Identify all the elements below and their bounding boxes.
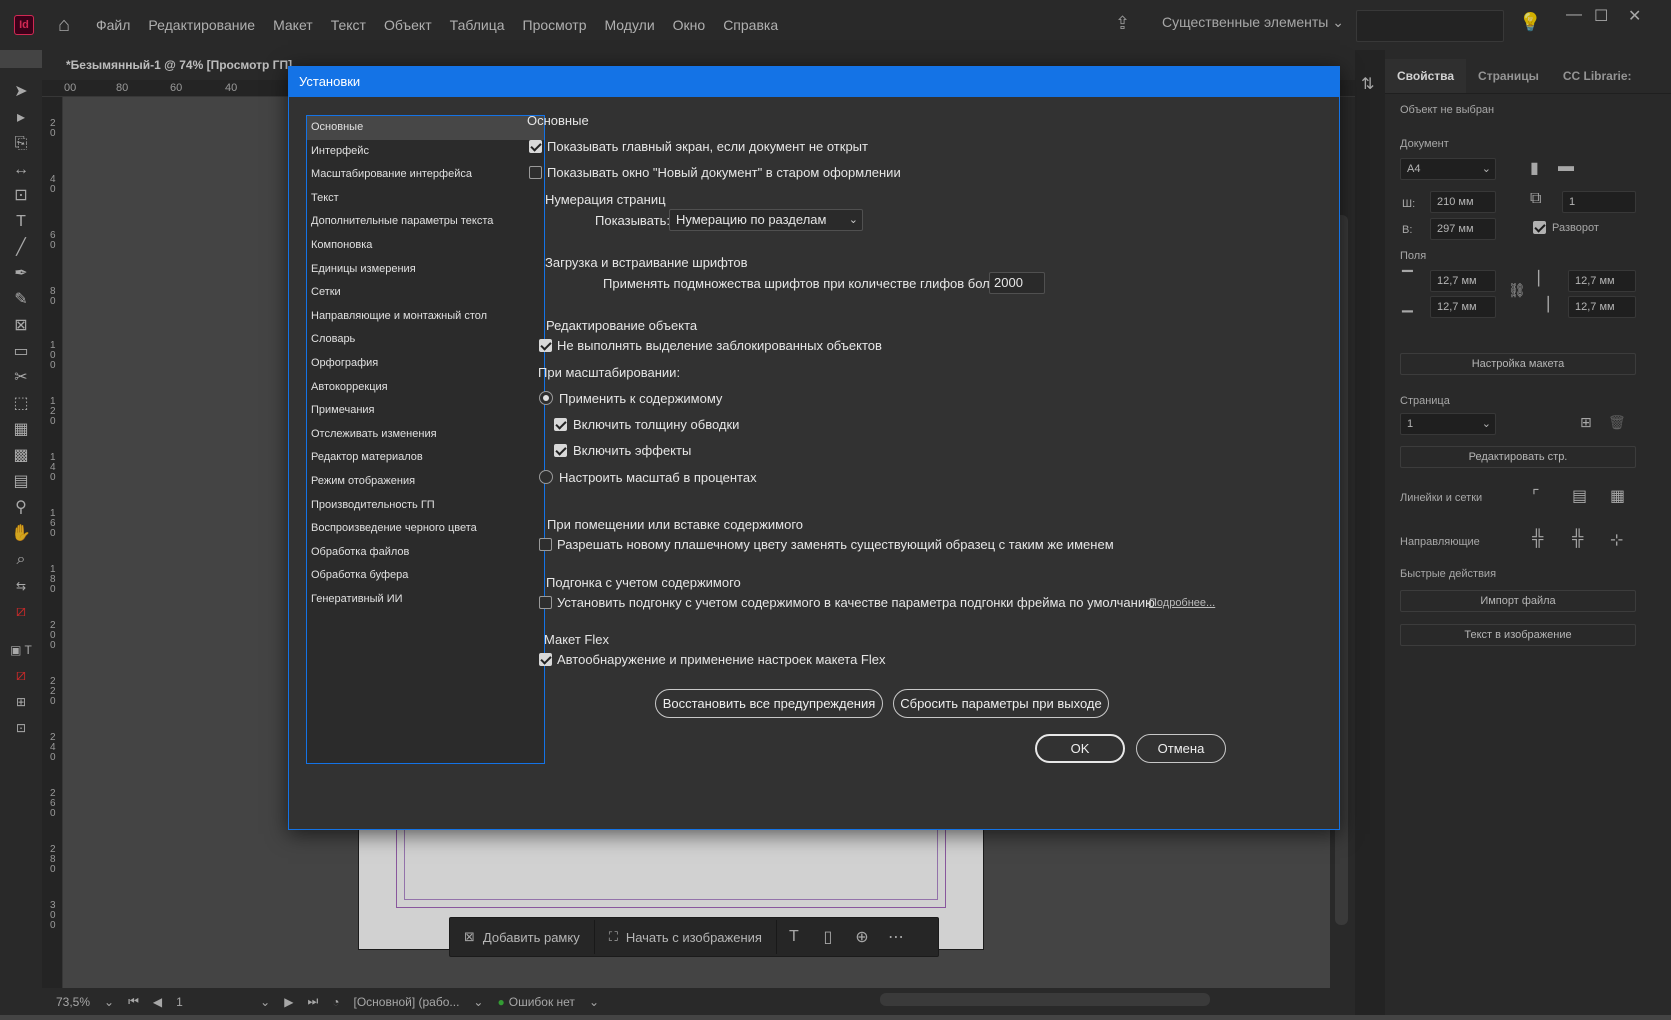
- apply-to-content-radio[interactable]: [539, 391, 553, 405]
- category-guides-pasteboard[interactable]: Направляющие и монтажный стол: [307, 305, 544, 329]
- category-story-editor[interactable]: Редактор материалов: [307, 446, 544, 470]
- adjust-percent-radio[interactable]: [539, 470, 553, 484]
- category-grids[interactable]: Сетки: [307, 281, 544, 305]
- preferences-dialog: Установки Основные Интерфейс Масштабиров…: [288, 66, 1340, 830]
- dialog-title: Установки: [289, 67, 1339, 97]
- adjust-percent-label: Настроить масштаб в процентах: [559, 470, 757, 485]
- apply-to-content-label: Применить к содержимому: [559, 391, 723, 406]
- category-ui-scaling[interactable]: Масштабирование интерфейса: [307, 163, 544, 187]
- paste-title: При помещении или вставке содержимого: [547, 517, 804, 532]
- reset-prefs-button[interactable]: Сбросить параметры при выходе: [893, 689, 1109, 718]
- show-home-checkbox[interactable]: [529, 140, 542, 153]
- category-type[interactable]: Текст: [307, 187, 544, 211]
- font-subset-input[interactable]: 2000: [989, 272, 1045, 294]
- legacy-new-doc-checkbox[interactable]: [529, 166, 542, 179]
- category-spelling[interactable]: Орфография: [307, 352, 544, 376]
- include-stroke-label: Включить толщину обводки: [573, 417, 740, 432]
- category-gpu-performance[interactable]: Производительность ГП: [307, 494, 544, 518]
- no-select-locked-checkbox[interactable]: [539, 339, 552, 352]
- indesign-window: Id ⌂ Файл Редактирование Макет Текст Объ…: [0, 0, 1671, 1020]
- when-scaling-label: При масштабировании:: [538, 365, 681, 380]
- flex-title: Макет Flex: [544, 632, 609, 647]
- category-display-performance[interactable]: Режим отображения: [307, 470, 544, 494]
- no-select-locked-label: Не выполнять выделение заблокированных о…: [557, 338, 882, 353]
- content-aware-checkbox[interactable]: [539, 596, 552, 609]
- include-stroke-checkbox[interactable]: [554, 418, 567, 431]
- include-effects-label: Включить эффекты: [573, 443, 692, 458]
- include-effects-checkbox[interactable]: [554, 444, 567, 457]
- category-general[interactable]: Основные: [307, 116, 544, 140]
- category-file-handling[interactable]: Обработка файлов: [307, 541, 544, 565]
- show-label: Показывать:: [595, 213, 670, 228]
- category-black-appearance[interactable]: Воспроизведение черного цвета: [307, 517, 544, 541]
- preferences-category-list: Основные Интерфейс Масштабирование интер…: [306, 115, 545, 764]
- content-aware-label: Установить подгонку с учетом содержимого…: [557, 595, 1155, 610]
- learn-more-link[interactable]: Подробнее...: [1149, 597, 1215, 609]
- page-numbering-select[interactable]: Нумерацию по разделам ⌄: [669, 209, 863, 231]
- category-notes[interactable]: Примечания: [307, 399, 544, 423]
- section-title: Основные: [527, 113, 589, 128]
- page-numbering-value: Нумерацию по разделам: [676, 212, 827, 227]
- allow-swatch-replace-checkbox[interactable]: [539, 538, 552, 551]
- flex-auto-label: Автообнаружение и применение настроек ма…: [557, 652, 886, 667]
- category-clipboard-handling[interactable]: Обработка буфера: [307, 564, 544, 588]
- category-generative-ai[interactable]: Генеративный ИИ: [307, 588, 544, 612]
- category-units[interactable]: Единицы измерения: [307, 258, 544, 282]
- category-track-changes[interactable]: Отслеживать изменения: [307, 423, 544, 447]
- show-home-label: Показывать главный экран, если документ …: [547, 139, 868, 154]
- category-composition[interactable]: Компоновка: [307, 234, 544, 258]
- object-editing-title: Редактирование объекта: [546, 318, 698, 333]
- category-autocorrect[interactable]: Автокоррекция: [307, 376, 544, 400]
- category-interface[interactable]: Интерфейс: [307, 140, 544, 164]
- allow-swatch-replace-label: Разрешать новому плашечному цвету заменя…: [557, 537, 1114, 552]
- content-aware-title: Подгонка с учетом содержимого: [546, 575, 741, 590]
- font-subset-label: Применять подмножества шрифтов при колич…: [603, 276, 1008, 291]
- page-numbering-title: Нумерация страниц: [545, 192, 666, 207]
- legacy-new-doc-label: Показывать окно "Новый документ" в старо…: [547, 165, 901, 180]
- category-advanced-type[interactable]: Дополнительные параметры текста: [307, 210, 544, 234]
- flex-auto-checkbox[interactable]: [539, 653, 552, 666]
- chevron-down-icon: ⌄: [848, 214, 858, 226]
- category-dictionary[interactable]: Словарь: [307, 328, 544, 352]
- cancel-button[interactable]: Отмена: [1136, 734, 1226, 763]
- ok-button[interactable]: OK: [1035, 734, 1125, 763]
- reset-warnings-button[interactable]: Восстановить все предупреждения: [655, 689, 883, 718]
- fonts-title: Загрузка и встраивание шрифтов: [545, 255, 748, 270]
